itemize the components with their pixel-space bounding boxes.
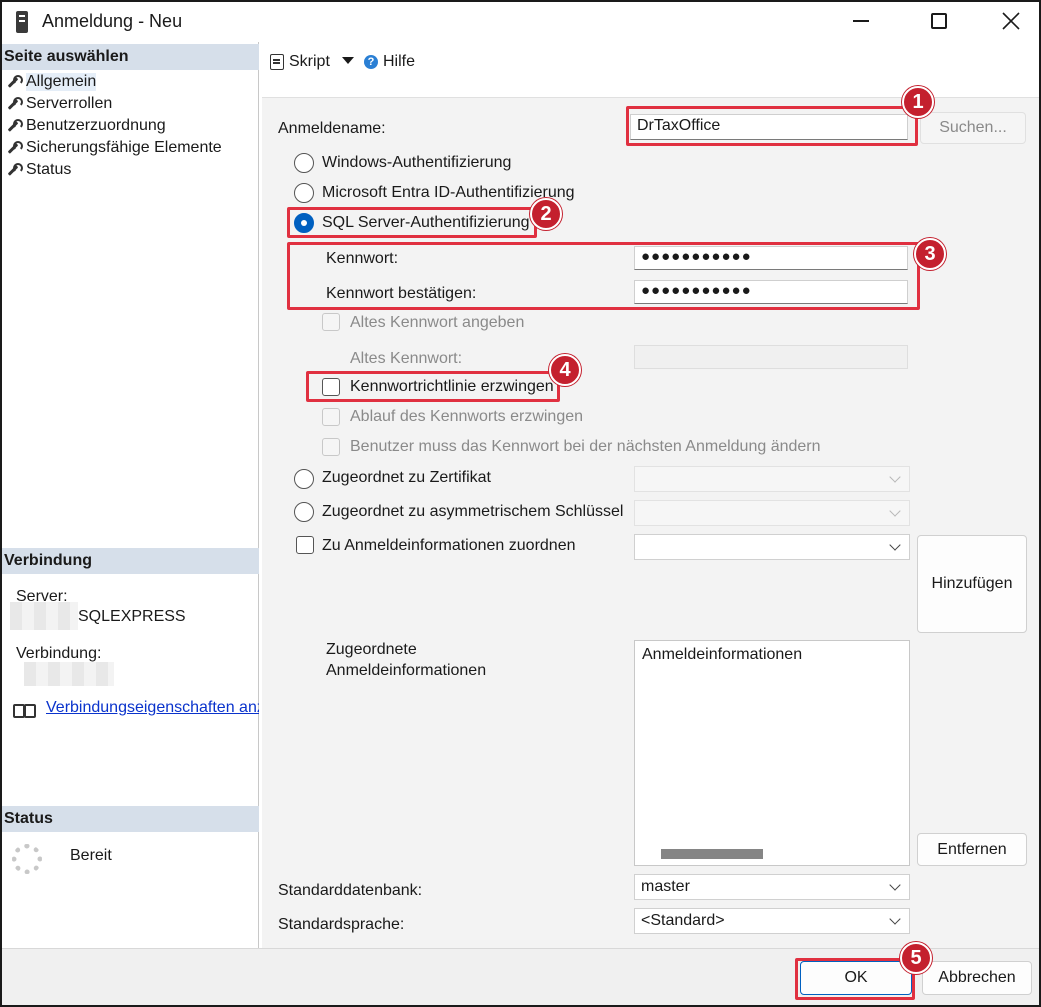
plug-icon (12, 702, 36, 720)
chevron-down-icon (889, 471, 901, 483)
nav-item-status[interactable]: Status (6, 159, 71, 181)
chevron-down-icon (889, 913, 901, 925)
highlight-passwords (287, 242, 920, 310)
certificate-select[interactable] (634, 466, 910, 492)
nav-item-label: Benutzerzuordnung (26, 117, 166, 134)
enforce-expiration-checkbox[interactable] (322, 408, 340, 426)
progress-spinner-icon (12, 844, 42, 874)
script-label: Skript (289, 53, 330, 70)
help-icon: ? (364, 55, 378, 69)
old-password-checkbox[interactable] (322, 313, 340, 331)
annotation-badge-4: 4 (549, 354, 581, 386)
nav-item-server-roles[interactable]: Serverrollen (6, 93, 112, 115)
old-password-checkbox-label: Altes Kennwort angeben (350, 314, 525, 331)
highlight-login-name (626, 106, 918, 146)
wrench-icon (6, 119, 23, 133)
redacted-server-name (10, 602, 78, 630)
chevron-down-icon (889, 879, 901, 891)
mapped-asym-key-label: Zugeordnet zu asymmetrischem Schlüssel (322, 503, 624, 520)
annotation-badge-1: 1 (902, 86, 934, 118)
annotation-badge-2: 2 (530, 198, 562, 230)
script-button[interactable]: Skript (270, 53, 330, 71)
highlight-enforce-policy (306, 371, 560, 402)
old-password-label: Altes Kennwort: (350, 350, 463, 367)
default-lang-label: Standardsprache: (278, 916, 405, 933)
close-icon (1002, 12, 1020, 30)
script-dropdown-button[interactable] (342, 57, 354, 64)
annotation-badge-5: 5 (900, 942, 932, 974)
server-icon (16, 11, 28, 33)
nav-item-general[interactable]: Allgemein (6, 71, 97, 93)
enforce-expiration-label: Ablauf des Kennworts erzwingen (350, 408, 584, 425)
asym-key-select[interactable] (634, 500, 910, 526)
windows-auth-label: Windows-Authentifizierung (322, 154, 512, 171)
highlight-ok-button (795, 958, 915, 1000)
nav-item-securables[interactable]: Sicherungsfähige Elemente (6, 137, 222, 159)
highlight-sql-auth (287, 207, 537, 238)
title-bar: Anmeldung - Neu (2, 2, 1039, 40)
window-title: Anmeldung - Neu (42, 11, 183, 31)
default-db-label: Standarddatenbank: (278, 882, 423, 899)
credentials-column-header: Anmeldeinformationen (642, 646, 803, 663)
mapped-credentials-label-line1: Zugeordnete (326, 641, 417, 658)
add-button[interactable]: Hinzufügen (917, 535, 1027, 633)
mapped-credentials-list[interactable]: Anmeldeinformationen (634, 640, 910, 866)
connection-header: Verbindung (2, 548, 259, 574)
default-db-select[interactable]: master (634, 874, 910, 900)
chevron-down-icon (342, 57, 354, 64)
nav-item-label: Serverrollen (26, 95, 113, 112)
must-change-label: Benutzer muss das Kennwort bei der nächs… (350, 438, 821, 455)
must-change-checkbox[interactable] (322, 438, 340, 456)
credentials-select[interactable] (634, 534, 910, 560)
default-db-value: master (641, 878, 690, 895)
mapped-credentials-label-line2: Anmeldeinformationen (326, 662, 487, 679)
help-button[interactable]: ? Hilfe (364, 53, 415, 71)
remove-button[interactable]: Entfernen (917, 833, 1027, 866)
maximize-icon (931, 13, 947, 29)
connection-label: Verbindung: (16, 645, 102, 662)
entra-auth-label: Microsoft Entra ID-Authentifizierung (322, 184, 575, 201)
nav-item-label: Allgemein (26, 73, 97, 91)
search-button[interactable]: Suchen... (920, 112, 1026, 144)
status-header: Status (2, 806, 259, 832)
nav-item-user-mapping[interactable]: Benutzerzuordnung (6, 115, 166, 137)
map-credentials-checkbox[interactable] (296, 536, 314, 554)
windows-auth-radio[interactable] (294, 153, 314, 173)
mapped-certificate-label: Zugeordnet zu Zertifikat (322, 469, 491, 486)
wrench-icon (6, 141, 23, 155)
login-name-label: Anmeldename: (278, 120, 386, 137)
default-lang-select[interactable]: <Standard> (634, 908, 910, 934)
entra-auth-radio[interactable] (294, 183, 314, 203)
nav-item-label: Sicherungsfähige Elemente (26, 139, 222, 156)
maximize-button[interactable] (916, 4, 962, 38)
left-pane: Seite auswählen Allgemein Serverrollen B… (2, 42, 259, 948)
cancel-button[interactable]: Abbrechen (922, 961, 1032, 995)
status-value: Bereit (70, 847, 112, 864)
redacted-connection-value (24, 662, 114, 686)
minimize-icon (853, 20, 869, 22)
connection-properties-link[interactable]: Verbindungseigenschaften anzeigen (46, 699, 259, 717)
nav-item-label: Status (26, 161, 72, 178)
wrench-icon (6, 163, 23, 177)
script-icon (270, 54, 284, 70)
help-label: Hilfe (383, 53, 416, 70)
minimize-button[interactable] (838, 4, 884, 38)
annotation-badge-3: 3 (914, 238, 946, 270)
wrench-icon (6, 75, 23, 89)
select-page-header: Seite auswählen (2, 44, 259, 70)
chevron-down-icon (889, 539, 901, 551)
wrench-icon (6, 97, 23, 111)
chevron-down-icon (889, 505, 901, 517)
default-lang-value: <Standard> (641, 912, 725, 929)
horizontal-scrollbar[interactable] (661, 849, 763, 859)
map-credentials-label: Zu Anmeldeinformationen zuordnen (322, 537, 576, 554)
mapped-certificate-radio[interactable] (294, 469, 314, 489)
close-button[interactable] (988, 4, 1034, 38)
old-password-input[interactable] (634, 345, 908, 369)
server-value: SQLEXPRESS (78, 608, 186, 625)
mapped-asym-key-radio[interactable] (294, 502, 314, 522)
